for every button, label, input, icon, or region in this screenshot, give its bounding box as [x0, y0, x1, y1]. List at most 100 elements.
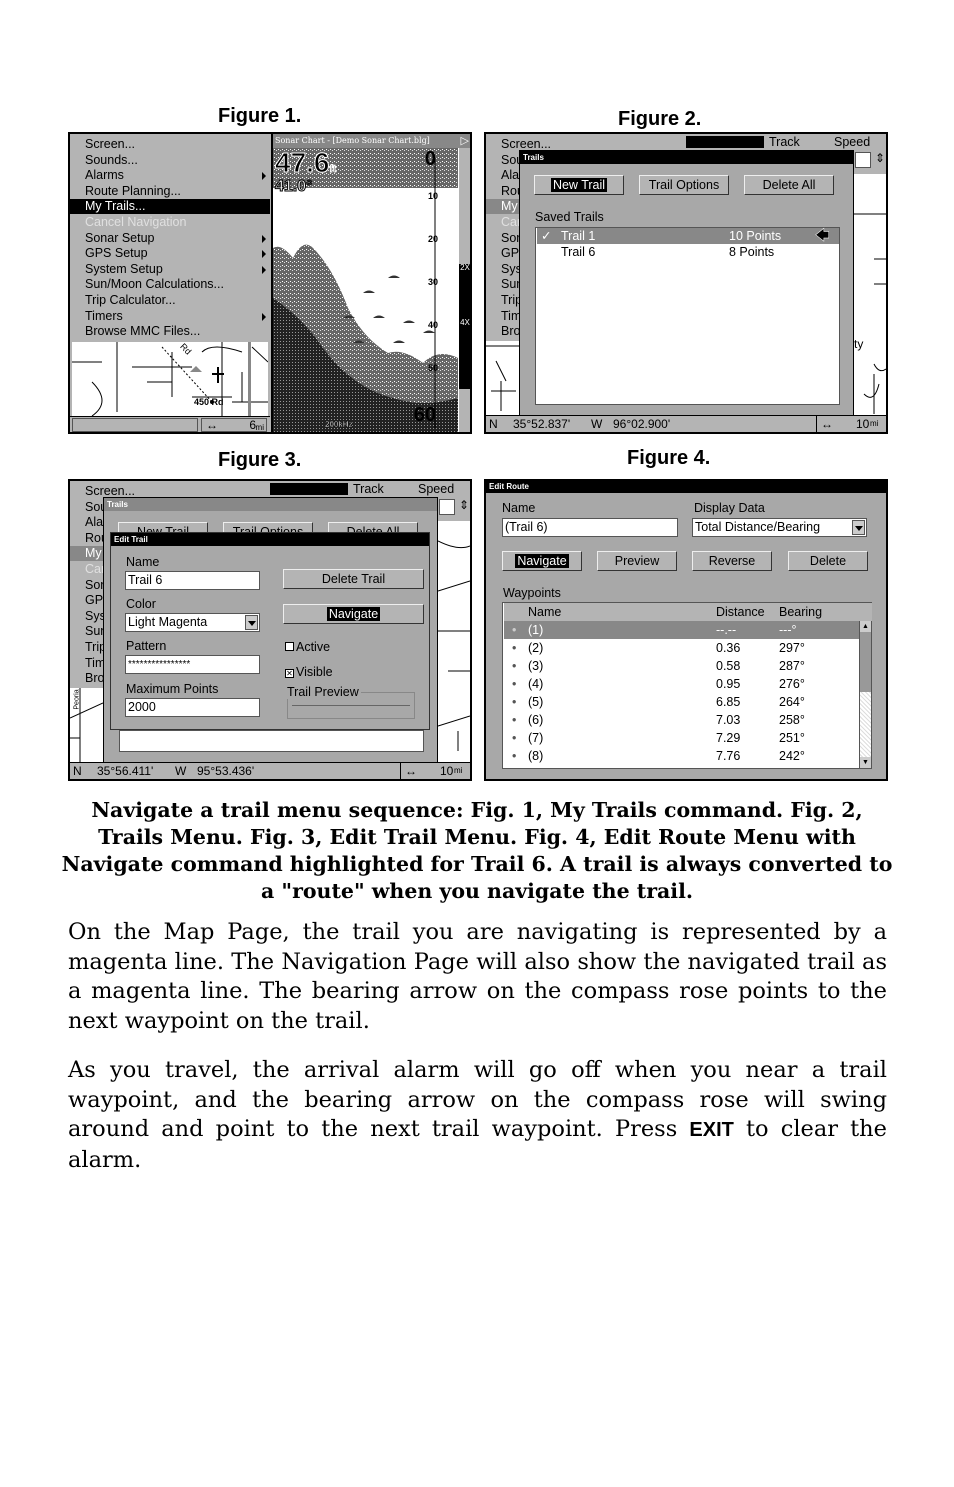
delete-all-button[interactable]: Delete All [744, 175, 834, 195]
waypoint-name: (8) [528, 749, 544, 763]
waypoint-bearing: 258° [779, 713, 805, 727]
menu-item: GPS Setup [85, 593, 103, 608]
waypoint-row[interactable]: • (2) 0.36 297° [504, 639, 860, 657]
menu-item[interactable]: System Setup [70, 262, 270, 277]
name-label: Name [126, 555, 160, 569]
max-points-label: Maximum Points [126, 682, 219, 696]
menu-item[interactable]: GPS Setup [70, 246, 270, 261]
scale-arrows-icon: ↔ [400, 763, 417, 779]
menu-item: Alarms [85, 515, 103, 530]
map-view[interactable]: 450 Rd Rd [72, 341, 269, 417]
menu-item: Trip Calculator... [501, 293, 519, 307]
waypoint-bearing: 264° [779, 695, 805, 709]
scale-arrows-icon: ↔ [816, 416, 833, 432]
longitude: 96°02.900' [613, 417, 671, 431]
submenu-arrow-icon [262, 265, 266, 274]
chevron-down-icon[interactable] [245, 615, 258, 630]
waypoint-row[interactable]: • (3) 0.58 287° [504, 657, 860, 675]
waypoint-distance: --.-- [716, 623, 737, 637]
navigate-button[interactable]: Navigate [502, 551, 582, 571]
color-label: Color [126, 597, 156, 611]
menu-item: GPS Setup [501, 246, 519, 261]
menu-item[interactable]: Sun/Moon Calculations... [70, 277, 270, 292]
map-town-label: Peoria [73, 689, 81, 710]
depth-tick-label: 50 [427, 363, 438, 373]
table-header: Name Distance Bearing [504, 603, 872, 621]
scrollbar-thumb[interactable] [860, 632, 871, 692]
waypoint-bearing: 297° [779, 641, 805, 655]
waypoint-distance: 6.85 [716, 695, 741, 709]
menu-item[interactable]: Cancel Navigation [70, 215, 270, 230]
preview-button[interactable]: Preview [597, 551, 677, 571]
waypoint-row[interactable]: • (1) --.-- ---° [504, 621, 859, 639]
latitude: 35°56.411' [97, 764, 154, 778]
longitude: 95°53.436' [197, 764, 255, 778]
menu-item[interactable]: Sounds... [70, 153, 270, 168]
waypoint-dot-icon: • [512, 641, 517, 655]
scroll-up-icon[interactable]: ▲ [860, 621, 871, 632]
navigate-button[interactable]: Navigate [283, 604, 424, 624]
color-select[interactable]: Light Magenta [125, 613, 260, 632]
figure-3-screen: Screen...Sounds...AlarmsRoute Planning..… [68, 479, 472, 781]
scale-arrows-icon: ↔ [206, 418, 218, 432]
zoom-2x[interactable]: 2X [460, 264, 470, 272]
edit-trail-dialog: Edit Trail Name Trail 6 Color Light Mage… [110, 532, 430, 730]
name-label: Name [502, 501, 536, 515]
waypoint-bearing: ---° [779, 623, 797, 637]
menu-item[interactable]: Sonar Setup [70, 231, 270, 246]
waypoint-distance: 0.95 [716, 677, 741, 691]
scrollbar[interactable]: ▲ ▼ [859, 621, 871, 768]
trail-options-button[interactable]: Trail Options [639, 175, 729, 195]
menu-item[interactable]: Timers [70, 309, 270, 324]
max-points-field[interactable]: 2000 [125, 698, 260, 717]
active-checkbox[interactable]: Active [285, 640, 330, 654]
waypoint-dot-icon: • [512, 713, 517, 727]
sonar-menu-arrow-icon[interactable]: ▷ [461, 134, 469, 147]
menu-item[interactable]: My Trails... [70, 199, 270, 215]
reverse-button[interactable]: Reverse [692, 551, 772, 571]
trail-row[interactable]: ✓ Trail 1 10 Points 🡄 [537, 228, 839, 244]
waypoint-bearing: 251° [779, 731, 805, 745]
sonar-title: Sonar Chart - [Demo Sonar Chart.blg] [273, 134, 470, 148]
menu-item: Cancel Navigation [501, 215, 519, 229]
figure-caption: Navigate a trail menu sequence: Fig. 1, … [61, 798, 893, 903]
name-field[interactable]: (Trail 6) [502, 518, 678, 537]
spin-arrows-icon[interactable]: ⇕ [875, 151, 885, 165]
pattern-field[interactable]: **************** [125, 655, 260, 674]
waypoint-distance: 0.58 [716, 659, 741, 673]
dialog-title: Edit Trail [111, 533, 429, 546]
waypoint-row[interactable]: • (8) 7.76 242° [504, 747, 860, 765]
menu-item: Alarms [501, 168, 519, 183]
delete-button[interactable]: Delete [788, 551, 868, 571]
trail-row[interactable]: Trail 6 8 Points [537, 244, 839, 260]
zoom-4x[interactable]: 4X [460, 319, 470, 327]
visible-checkbox[interactable]: ✕ Visible [285, 665, 333, 679]
saved-trails-list: ✓ Trail 1 10 Points 🡄 Trail 6 8 Points [535, 227, 840, 405]
frequency-label: 200kHz [325, 420, 353, 430]
waypoint-name: (4) [528, 677, 544, 691]
spin-arrows-icon[interactable]: ⇕ [459, 498, 469, 512]
waypoint-row[interactable]: • (5) 6.85 264° [504, 693, 860, 711]
waypoint-row[interactable]: • (7) 7.29 251° [504, 729, 860, 747]
display-data-select[interactable]: Total Distance/Bearing [692, 518, 867, 537]
submenu-arrow-icon [262, 312, 266, 321]
waypoint-dot-icon: • [512, 731, 517, 745]
figure-1-label: Figure 1. [218, 105, 302, 127]
waypoint-dot-icon: • [512, 749, 517, 763]
chevron-down-icon[interactable] [852, 520, 865, 535]
menu-item[interactable]: Trip Calculator... [70, 293, 270, 308]
menu-item[interactable]: Route Planning... [70, 184, 270, 199]
figure-3-label: Figure 3. [218, 449, 302, 471]
waypoint-row[interactable]: • (4) 0.95 276° [504, 675, 860, 693]
scroll-down-icon[interactable]: ▼ [860, 757, 871, 768]
menu-item[interactable]: Alarms [70, 168, 270, 183]
sonar-chart[interactable]: Sonar Chart - [Demo Sonar Chart.blg] ▷ 2… [273, 134, 470, 432]
menu-item[interactable]: Browse MMC Files... [70, 324, 270, 339]
name-field[interactable]: Trail 6 [125, 571, 260, 590]
new-trail-button[interactable]: New Trail [534, 175, 624, 195]
paragraph-2: As you travel, the arrival alarm will go… [68, 1057, 887, 1173]
menu-item: My Trails... [70, 546, 103, 562]
menu-item[interactable]: Screen... [70, 137, 270, 152]
delete-trail-button[interactable]: Delete Trail [283, 569, 424, 589]
waypoint-row[interactable]: • (6) 7.03 258° [504, 711, 860, 729]
